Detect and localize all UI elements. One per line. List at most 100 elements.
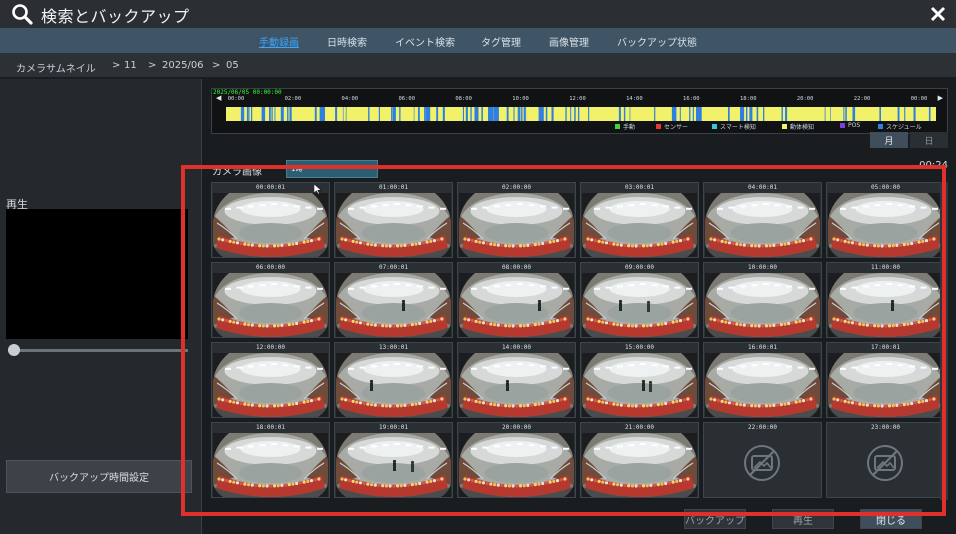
thumbnail-cell[interactable]: 20:00:00 bbox=[457, 422, 576, 498]
thumbnail-cell[interactable]: 00:00:01 bbox=[211, 182, 330, 258]
schedule-segment bbox=[781, 107, 783, 121]
schedule-segment bbox=[399, 107, 401, 121]
video-preview[interactable] bbox=[6, 209, 188, 339]
legend-swatch bbox=[782, 124, 787, 129]
close-icon[interactable] bbox=[928, 4, 948, 24]
schedule-segment bbox=[689, 107, 691, 121]
thumbnail-cell[interactable]: 06:00:00 bbox=[211, 262, 330, 338]
thumbnail-cell[interactable]: 01:00:01 bbox=[334, 182, 453, 258]
schedule-segment bbox=[654, 107, 656, 121]
no-image-icon bbox=[744, 445, 780, 481]
schedule-segment bbox=[570, 107, 572, 121]
schedule-segment bbox=[671, 107, 677, 121]
camera-snapshot bbox=[459, 273, 574, 337]
thumbnail-image bbox=[705, 273, 820, 337]
thumbnail-cell[interactable]: 13:00:01 bbox=[334, 342, 453, 418]
backup-time-settings-button[interactable]: バックアップ時間設定 bbox=[6, 460, 192, 493]
breadcrumb-separator: > bbox=[112, 60, 121, 71]
thumbnail-image bbox=[705, 353, 820, 417]
thumbnail-cell[interactable]: 19:00:01 bbox=[334, 422, 453, 498]
play-button[interactable]: 再生 bbox=[772, 509, 834, 529]
schedule-segment bbox=[470, 107, 472, 121]
mouse-cursor-icon bbox=[314, 184, 322, 194]
breadcrumb-item-month[interactable]: 2025/06 bbox=[162, 60, 204, 71]
thumbnail-image bbox=[828, 353, 943, 417]
tab-backup-status[interactable]: バックアップ状態 bbox=[617, 34, 697, 49]
timeline-bar[interactable] bbox=[226, 107, 936, 121]
playback-slider-knob[interactable] bbox=[8, 344, 20, 356]
thumbnail-cell[interactable]: 05:00:00 bbox=[826, 182, 945, 258]
camera-interval-select[interactable]: 1時 ⌄ bbox=[286, 160, 378, 178]
timeline-tick-label: 16:00 bbox=[683, 96, 700, 102]
timeline-tick-label: 20:00 bbox=[796, 96, 814, 102]
legend-label: POS bbox=[848, 122, 861, 129]
chevron-down-icon: ⌄ bbox=[368, 163, 374, 171]
legend-label: スケジュール bbox=[886, 124, 922, 131]
thumbnail-timestamp: 22:00:00 bbox=[704, 423, 821, 433]
close-button[interactable]: 閉じる bbox=[860, 509, 922, 529]
thumbnail-cell[interactable]: 14:00:00 bbox=[457, 342, 576, 418]
breadcrumb-separator: > bbox=[212, 60, 221, 71]
schedule-segment bbox=[271, 107, 273, 121]
thumbnail-cell[interactable]: 18:00:01 bbox=[211, 422, 330, 498]
schedule-segment bbox=[525, 107, 527, 121]
schedule-segment bbox=[493, 107, 499, 121]
camera-snapshot bbox=[828, 273, 943, 337]
camera-snapshot bbox=[459, 193, 574, 257]
thumbnail-cell[interactable]: 21:00:00 bbox=[580, 422, 699, 498]
thumbnail-timestamp: 09:00:00 bbox=[581, 263, 698, 273]
thumbnail-cell[interactable]: 11:00:00 bbox=[826, 262, 945, 338]
playback-slider[interactable] bbox=[8, 349, 188, 352]
view-day-button[interactable]: 日 bbox=[910, 132, 948, 148]
thumbnail-cell[interactable]: 09:00:00 bbox=[580, 262, 699, 338]
thumbnail-cell[interactable]: 15:00:00 bbox=[580, 342, 699, 418]
thumbnail-cell[interactable]: 17:00:01 bbox=[826, 342, 945, 418]
thumbnail-cell[interactable]: 22:00:00 bbox=[703, 422, 822, 498]
view-month-button[interactable]: 月 bbox=[870, 132, 908, 148]
thumbnail-cell[interactable]: 04:00:01 bbox=[703, 182, 822, 258]
tab-manual-record[interactable]: 手動録画 bbox=[259, 34, 299, 49]
legend-label: 手動 bbox=[623, 124, 636, 131]
thumbnail-grid: 00:00:01 01:00:01 02:00:00 03:00:01 04:00:01… bbox=[211, 182, 945, 500]
thumbnail-cell[interactable]: 23:00:00 bbox=[826, 422, 945, 498]
schedule-segment bbox=[251, 107, 253, 121]
schedule-segment bbox=[345, 107, 347, 121]
schedule-segment bbox=[241, 107, 244, 121]
thumbnail-image bbox=[459, 433, 574, 497]
tab-image-management[interactable]: 画像管理 bbox=[549, 34, 589, 49]
camera-snapshot bbox=[828, 193, 943, 257]
schedule-segment bbox=[488, 107, 494, 121]
schedule-segment bbox=[852, 107, 855, 121]
thumbnail-image bbox=[459, 193, 574, 257]
thumbnail-cell[interactable]: 16:00:01 bbox=[703, 342, 822, 418]
thumbnail-cell[interactable]: 07:00:01 bbox=[334, 262, 453, 338]
thumbnail-cell[interactable]: 12:00:00 bbox=[211, 342, 330, 418]
tab-event-search[interactable]: イベント検索 bbox=[395, 34, 455, 49]
schedule-segment bbox=[513, 107, 515, 121]
thumbnail-cell[interactable]: 03:00:01 bbox=[580, 182, 699, 258]
timeline-tick-label: 18:00 bbox=[739, 96, 757, 102]
breadcrumb-root[interactable]: カメラサムネイル bbox=[16, 60, 96, 75]
tab-date-search[interactable]: 日時検索 bbox=[327, 34, 367, 49]
scrollbar[interactable] bbox=[940, 182, 948, 500]
thumbnail-image bbox=[582, 193, 697, 257]
schedule-segment bbox=[246, 107, 249, 121]
tab-bar: 手動録画 日時検索 イベント検索 タグ管理 画像管理 バックアップ状態 bbox=[0, 28, 956, 53]
thumbnail-image bbox=[213, 273, 328, 337]
schedule-segment bbox=[623, 107, 626, 121]
schedule-segment bbox=[588, 107, 590, 121]
tab-tag-management[interactable]: タグ管理 bbox=[481, 34, 521, 49]
breadcrumb-item-day[interactable]: 05 bbox=[226, 60, 239, 71]
thumbnail-timestamp: 01:00:01 bbox=[335, 183, 452, 193]
breadcrumb-item-camera[interactable]: 11 bbox=[124, 60, 137, 71]
thumbnail-cell[interactable]: 10:00:00 bbox=[703, 262, 822, 338]
legend-swatch bbox=[615, 124, 620, 129]
legend-label: スマート検知 bbox=[720, 124, 756, 131]
schedule-segment bbox=[465, 107, 468, 121]
thumbnail-cell[interactable]: 08:00:00 bbox=[457, 262, 576, 338]
schedule-segment bbox=[248, 107, 250, 121]
thumbnail-image bbox=[336, 193, 451, 257]
backup-button[interactable]: バックアップ bbox=[684, 509, 746, 529]
thumbnail-timestamp: 00:00:01 bbox=[212, 183, 329, 193]
thumbnail-cell[interactable]: 02:00:00 bbox=[457, 182, 576, 258]
